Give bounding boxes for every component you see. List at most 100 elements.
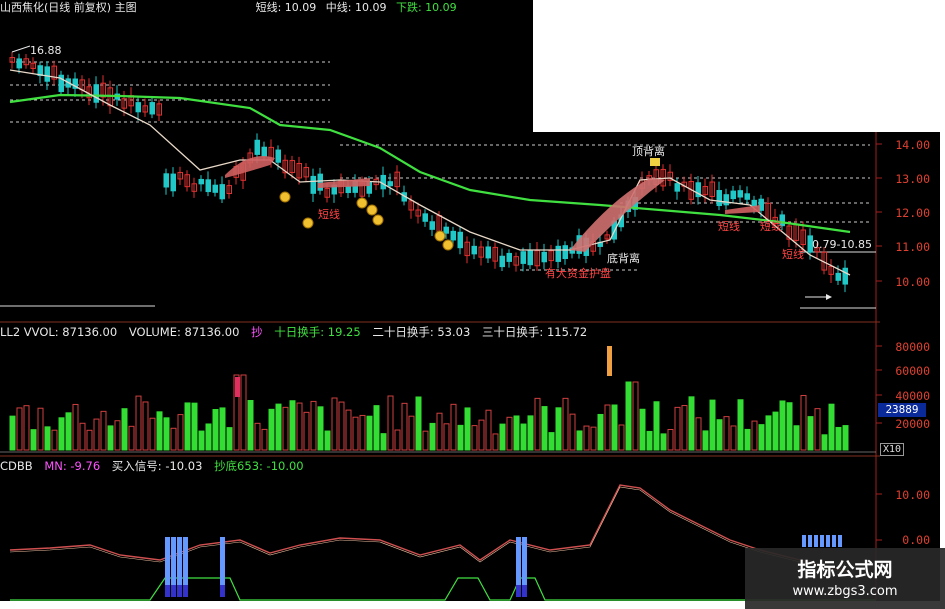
volume-bar: [660, 433, 667, 451]
bottom-signal-bar: [802, 535, 806, 547]
current-volume-box: 23889: [878, 403, 926, 417]
candle-body: [387, 181, 393, 187]
volume-bar: [422, 430, 429, 451]
volume-bar: [58, 417, 65, 451]
annotation-short-line-3: 短线: [760, 220, 782, 233]
volume-bar: [625, 381, 632, 451]
volume-bar: [471, 425, 478, 451]
volume-bar: [555, 407, 562, 451]
volume-bar: [37, 407, 44, 451]
bottom-signal-bar: [814, 535, 818, 547]
volume-bar: [107, 425, 114, 451]
volume-bar: [373, 405, 380, 451]
volume-bar: [205, 423, 212, 451]
annotation-bottom-text: 有大资金护盘: [545, 267, 611, 280]
thirty-day-turnover: 三十日换手: 115.72: [481, 325, 588, 339]
ten-day-turnover: 十日换手: 19.25: [274, 325, 361, 339]
indicator-name: CDBB: [0, 459, 33, 473]
mn-value: MN: -9.76: [44, 459, 101, 473]
annotation-short-line-4: 短线: [782, 248, 804, 261]
volume-bar: [296, 402, 303, 451]
ind-tick-0: 0.00: [902, 533, 930, 547]
volume-bar: [275, 403, 282, 451]
range-marker: 0.79-10.85: [812, 238, 872, 251]
volume-bar: [177, 414, 184, 451]
volume-bar: [79, 422, 86, 451]
price-header: 山西焦化(日线 前复权) 主图 短线: 10.09 中线: 10.09 下跌: …: [0, 0, 530, 16]
annotation-short-line-2: 短线: [718, 220, 740, 233]
volume-bar: [345, 409, 352, 451]
volume-bar: [793, 425, 800, 451]
candle-body: [723, 194, 729, 206]
volume-bar: [618, 424, 625, 451]
candle-body: [429, 221, 435, 230]
volume-bar: [30, 429, 37, 451]
candle-body: [149, 102, 155, 115]
candle-body: [310, 175, 316, 194]
volume-bar: [443, 423, 450, 451]
bottom-signal-bar: [838, 535, 842, 547]
volume-bar: [408, 415, 415, 451]
candle-body: [730, 190, 736, 200]
buy-signal-base: [516, 585, 521, 597]
volume-bar: [457, 424, 464, 451]
candle-body: [457, 231, 463, 249]
candle-body: [422, 213, 428, 222]
volume-bar: [359, 414, 366, 451]
volume-bar: [562, 397, 569, 451]
volume-bar: [653, 401, 660, 451]
price-tick-12: 12.00: [895, 206, 930, 220]
candle-body: [261, 146, 267, 157]
volume-bar: [779, 400, 786, 451]
band-fill-3: [570, 178, 665, 252]
volume-bar: [569, 413, 576, 451]
gold-coin-marker: [366, 204, 378, 216]
annotation-top-divergence: 顶背离: [632, 145, 665, 158]
candle-body: [380, 174, 386, 190]
candle-body: [835, 272, 841, 281]
candle-body: [44, 66, 50, 82]
volume-value: VOLUME: 87136.00: [128, 325, 240, 339]
short-line-value: 短线: 10.09: [255, 1, 317, 14]
volume-bar: [415, 396, 422, 451]
volume-bar: [513, 415, 520, 451]
volume-bar: [282, 406, 289, 451]
volume-bar: [506, 416, 513, 451]
candle-body: [499, 255, 505, 268]
band-fill-1: [225, 156, 275, 178]
buy-signal-bar: [220, 537, 225, 590]
volume-bar: [814, 408, 821, 451]
volume-bar: [681, 405, 688, 451]
volume-bar: [198, 430, 205, 451]
volume-bar: [632, 381, 639, 451]
indicator-line-light: [9, 486, 851, 575]
volume-bar: [723, 416, 730, 451]
candle-body: [520, 251, 526, 264]
volume-bar: [541, 406, 548, 451]
volume-bar: [331, 397, 338, 451]
volume-bar: [121, 408, 128, 451]
volume-bar: [16, 407, 23, 451]
volume-bar: [156, 411, 163, 451]
volume-bar: [317, 406, 324, 451]
volume-bar: [401, 402, 408, 451]
volume-bar: [709, 399, 716, 451]
volume-bar: [212, 409, 219, 451]
volume-bar: [429, 422, 436, 451]
volume-bar: [93, 418, 100, 451]
volume-bar: [646, 430, 653, 451]
volume-bar: [51, 429, 58, 451]
volume-bar: [268, 408, 275, 451]
watermark-url: www.zbgs3.com: [792, 584, 898, 599]
gold-coin-marker: [302, 217, 314, 229]
candle-body: [450, 230, 456, 241]
volume-bar: [807, 416, 814, 451]
volume-bar: [786, 402, 793, 451]
volume-bar: [583, 425, 590, 451]
bottom-signal-bar: [826, 535, 830, 547]
volume-bar: [380, 433, 387, 451]
gold-coin-marker: [442, 239, 454, 251]
volume-bar: [667, 428, 674, 451]
volume-bar: [226, 427, 233, 451]
volume-bar: [23, 405, 30, 451]
